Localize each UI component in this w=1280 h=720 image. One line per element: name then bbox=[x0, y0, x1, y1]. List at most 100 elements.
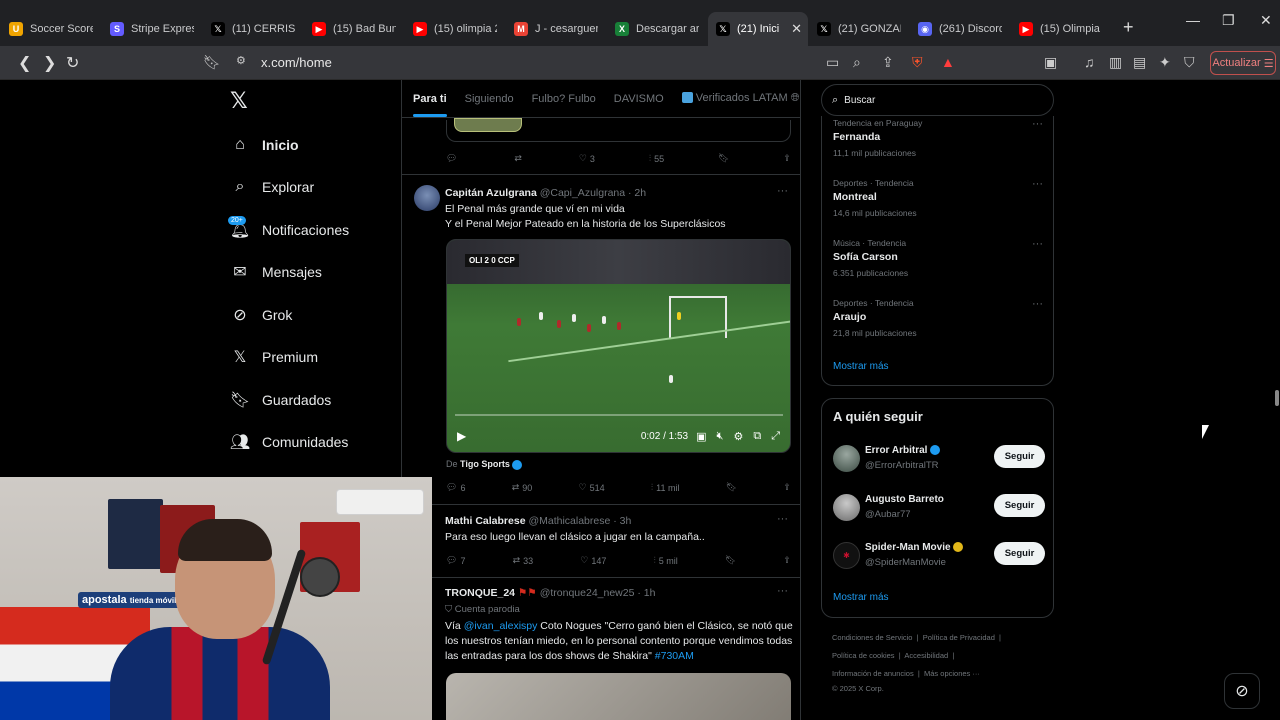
site-info-icon[interactable]: ⚙ bbox=[236, 54, 246, 67]
tab-for-you[interactable]: Para ti bbox=[413, 93, 447, 117]
reply-button[interactable]: 💬︎ 6 bbox=[446, 482, 465, 493]
pip-icon[interactable]: ⧉ bbox=[753, 430, 761, 443]
footer-link[interactable]: Más opciones ··· bbox=[924, 669, 980, 678]
more-icon[interactable]: ··· bbox=[1032, 298, 1043, 310]
follow-button[interactable]: Seguir bbox=[994, 494, 1045, 517]
tab-list-fulbo[interactable]: Fulbo? Fulbo bbox=[532, 93, 596, 105]
show-more-trends-link[interactable]: Mostrar más bbox=[833, 361, 889, 372]
like-button[interactable]: ♡ 147 bbox=[580, 555, 606, 566]
back-icon[interactable]: ❮ bbox=[18, 53, 31, 73]
reply-button[interactable]: 💬︎ bbox=[446, 153, 460, 164]
views-button[interactable]: ⫶ 11 mil bbox=[651, 482, 680, 493]
follow-suggestion[interactable]: Augusto Barreto @Aubar77 Seguir bbox=[833, 492, 1045, 528]
footer-link[interactable]: Accesibilidad bbox=[904, 651, 948, 660]
trend-item[interactable]: Tendencia en Paraguay Fernanda 11,1 mil … bbox=[833, 118, 1043, 158]
nav-item-communities[interactable]: 👥︎ Comunidades bbox=[230, 427, 349, 457]
reply-button[interactable]: 💬︎ 7 bbox=[446, 555, 465, 566]
brave-shield-icon[interactable]: ⛨ bbox=[912, 54, 923, 71]
spider-man-logo-icon[interactable]: ✱ bbox=[833, 542, 860, 569]
mention-link[interactable]: @ivan_alexispy bbox=[464, 620, 538, 632]
share-icon[interactable]: ⇪ bbox=[882, 54, 894, 71]
forward-icon[interactable]: ❯ bbox=[43, 53, 56, 73]
browser-tab[interactable]: 𝕏 (11) CERRISM bbox=[203, 12, 303, 46]
browser-tab[interactable]: ◉ (261) Discord bbox=[910, 12, 1010, 46]
nav-item-home[interactable]: ⌂ Inicio bbox=[230, 130, 298, 160]
tab-list-verificados[interactable]: Verificados LATAM 🌐︎ bbox=[681, 92, 800, 105]
bookmark-button[interactable]: 🔖︎ bbox=[725, 555, 736, 566]
minimize-icon[interactable]: — bbox=[1186, 12, 1200, 28]
tweet-author[interactable]: Capitán Azulgrana @Capi_Azulgrana · 2h bbox=[445, 187, 646, 199]
tweet-image[interactable] bbox=[446, 673, 791, 720]
show-more-follow-link[interactable]: Mostrar más bbox=[833, 592, 889, 603]
tab-following[interactable]: Siguiendo bbox=[465, 93, 514, 105]
browser-tab[interactable]: M J - cesarguerr bbox=[506, 12, 606, 46]
settings-icon[interactable]: ⚙ bbox=[733, 430, 743, 443]
footer-link[interactable]: Información de anuncios bbox=[832, 669, 914, 678]
follow-button[interactable]: Seguir bbox=[994, 445, 1045, 468]
nav-item-explore[interactable]: ⌕ Explorar bbox=[230, 172, 315, 202]
bookmark-button[interactable]: 🔖︎ bbox=[718, 153, 729, 164]
nav-item-bookmarks[interactable]: 🔖︎ Guardados bbox=[230, 385, 331, 415]
install-app-icon[interactable]: ▭ bbox=[826, 54, 839, 71]
play-icon[interactable]: ▶ bbox=[457, 429, 466, 443]
more-icon[interactable]: ··· bbox=[1032, 238, 1043, 250]
nav-item-premium[interactable]: 𝕏 Premium bbox=[230, 342, 318, 372]
browser-tab[interactable]: 𝕏 (21) GONZAL bbox=[809, 12, 909, 46]
nav-item-messages[interactable]: ✉ Mensajes bbox=[230, 257, 322, 287]
media-icon[interactable]: ♫ bbox=[1084, 54, 1095, 70]
x-logo-icon[interactable]: 𝕏 bbox=[230, 88, 248, 114]
maximize-icon[interactable]: ❐ bbox=[1222, 12, 1235, 29]
share-button[interactable]: ⇪ bbox=[783, 482, 791, 493]
bookmark-button[interactable]: 🔖︎ bbox=[726, 482, 737, 493]
follow-button[interactable]: Seguir bbox=[994, 542, 1045, 565]
bookmark-page-icon[interactable]: 🔖︎ bbox=[203, 54, 221, 71]
reload-icon[interactable]: ↻ bbox=[66, 53, 79, 73]
more-icon[interactable]: ··· bbox=[777, 185, 788, 197]
views-button[interactable]: ⫶ 5 mil bbox=[653, 555, 677, 566]
scrollbar-thumb[interactable] bbox=[1275, 390, 1279, 406]
more-icon[interactable]: ··· bbox=[777, 585, 788, 597]
browser-tab[interactable]: ▶ (15) olimpia 2 bbox=[405, 12, 505, 46]
hashtag-link[interactable]: #730AM bbox=[655, 650, 694, 662]
retweet-button[interactable]: ⇄ 33 bbox=[513, 555, 534, 566]
tweet-author[interactable]: Mathi Calabrese @Mathicalabrese · 3h bbox=[445, 515, 631, 527]
browser-tab[interactable]: ▶ (15) Bad Bunn bbox=[304, 12, 404, 46]
follow-suggestion[interactable]: ✱ Spider-Man Movie @SpiderManMovie Segui… bbox=[833, 540, 1045, 576]
footer-link[interactable]: Política de cookies bbox=[832, 651, 895, 660]
vpn-icon[interactable]: ⛉ bbox=[1184, 54, 1195, 71]
views-button[interactable]: ⫶ 55 bbox=[649, 153, 664, 164]
close-icon[interactable]: ✕ bbox=[791, 21, 802, 37]
leo-ai-icon[interactable]: ✦ bbox=[1159, 54, 1171, 71]
volume-icon[interactable]: 🔇︎ bbox=[717, 430, 724, 443]
window-close-icon[interactable]: ✕ bbox=[1260, 12, 1272, 29]
nav-item-notifications[interactable]: 🔔︎ Notificaciones bbox=[230, 215, 349, 245]
like-button[interactable]: ♡ 3 bbox=[579, 153, 595, 164]
captions-icon[interactable]: ▣ bbox=[696, 430, 706, 443]
footer-link[interactable]: Política de Privacidad bbox=[923, 633, 995, 642]
video-player[interactable]: OLI 2 0 CCP ▶ 0:02 / 1:53 ▣ 🔇︎ ⚙ ⧉ ⤢ bbox=[446, 239, 791, 453]
sidebar-icon[interactable]: ▥ bbox=[1109, 54, 1122, 71]
update-button[interactable]: Actualizar ☰ bbox=[1210, 51, 1276, 75]
video-progress[interactable] bbox=[455, 414, 783, 416]
browser-tab[interactable]: U Soccer Scores bbox=[1, 12, 101, 46]
browser-tab-active[interactable]: 𝕏 (21) Inici ✕ bbox=[708, 12, 808, 46]
share-button[interactable]: ⇪ bbox=[783, 153, 791, 164]
more-icon[interactable]: ··· bbox=[1032, 118, 1043, 130]
tab-search-icon[interactable]: ▣ bbox=[1044, 54, 1057, 71]
wallet-icon[interactable]: ▤ bbox=[1133, 54, 1146, 71]
brave-rewards-icon[interactable]: ▲ bbox=[941, 54, 955, 70]
nav-item-grok[interactable]: ⊘ Grok bbox=[230, 300, 292, 330]
search-input[interactable]: ⌕ Buscar bbox=[821, 84, 1054, 116]
browser-tab[interactable]: ▶ (15) Olimpia bbox=[1011, 12, 1111, 46]
new-tab-icon[interactable]: + bbox=[1123, 17, 1134, 38]
video-source-name[interactable]: Tigo Sports bbox=[460, 459, 510, 469]
fullscreen-icon[interactable]: ⤢ bbox=[771, 430, 780, 443]
url-input[interactable]: x.com/home bbox=[261, 55, 332, 70]
retweet-button[interactable]: ⇄ 90 bbox=[512, 482, 533, 493]
share-button[interactable]: ⇪ bbox=[783, 555, 791, 566]
trend-item[interactable]: Deportes · Tendencia Araujo 21,8 mil pub… bbox=[833, 298, 1043, 338]
like-button[interactable]: ♡ 514 bbox=[579, 482, 605, 493]
footer-link[interactable]: Condiciones de Servicio bbox=[832, 633, 912, 642]
browser-tab[interactable]: S Stripe Express bbox=[102, 12, 202, 46]
tab-list-davismo[interactable]: DAVISMO bbox=[614, 93, 664, 105]
